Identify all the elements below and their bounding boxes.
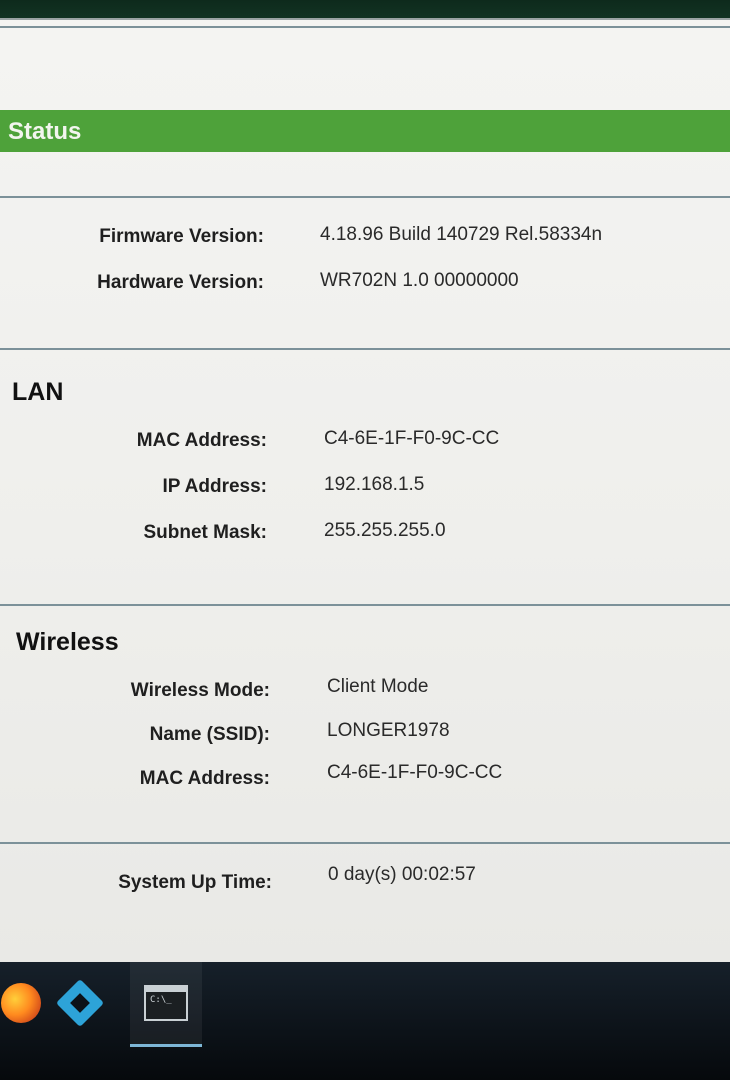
page-title: Status [8,118,82,145]
hardware-version-label: Hardware Version: [97,272,264,293]
wireless-mac-label: MAC Address: [139,768,270,789]
taskbar-kodi-button[interactable] [44,962,116,1044]
taskbar [0,962,730,1080]
lan-ip-value: 192.168.1.5 [324,474,425,495]
wireless-mode-label: Wireless Mode: [130,680,270,701]
lan-section-title: LAN [12,378,64,406]
wireless-section-title: Wireless [16,628,119,656]
wireless-mode-value: Client Mode [327,676,429,697]
wireless-mac-value: C4-6E-1F-F0-9C-CC [327,762,503,783]
firmware-version-value: 4.18.96 Build 140729 Rel.58334n [320,224,603,245]
top-divider [0,26,730,28]
status-page: Status Firmware Version: 4.18.96 Build 1… [0,18,730,964]
wireless-ssid-value: LONGER1978 [327,720,450,741]
divider [0,348,730,350]
kodi-icon [55,978,105,1028]
system-uptime-label: System Up Time: [118,872,272,893]
firefox-icon [1,983,41,1023]
firmware-version-label: Firmware Version: [99,226,264,247]
lan-subnet-value: 255.255.255.0 [324,520,446,541]
hardware-version-value: WR702N 1.0 00000000 [320,270,519,291]
divider [0,604,730,606]
system-uptime-value: 0 day(s) 00:02:57 [328,864,476,885]
lan-ip-label: IP Address: [162,476,267,497]
lan-mac-label: MAC Address: [136,430,267,451]
status-header-bar: Status [0,110,730,152]
divider [0,842,730,844]
lan-mac-value: C4-6E-1F-F0-9C-CC [324,428,500,449]
taskbar-terminal-button[interactable] [130,962,202,1047]
terminal-icon [144,985,188,1021]
divider [0,196,730,198]
lan-subnet-label: Subnet Mask: [143,522,267,543]
wireless-ssid-label: Name (SSID): [149,724,270,745]
